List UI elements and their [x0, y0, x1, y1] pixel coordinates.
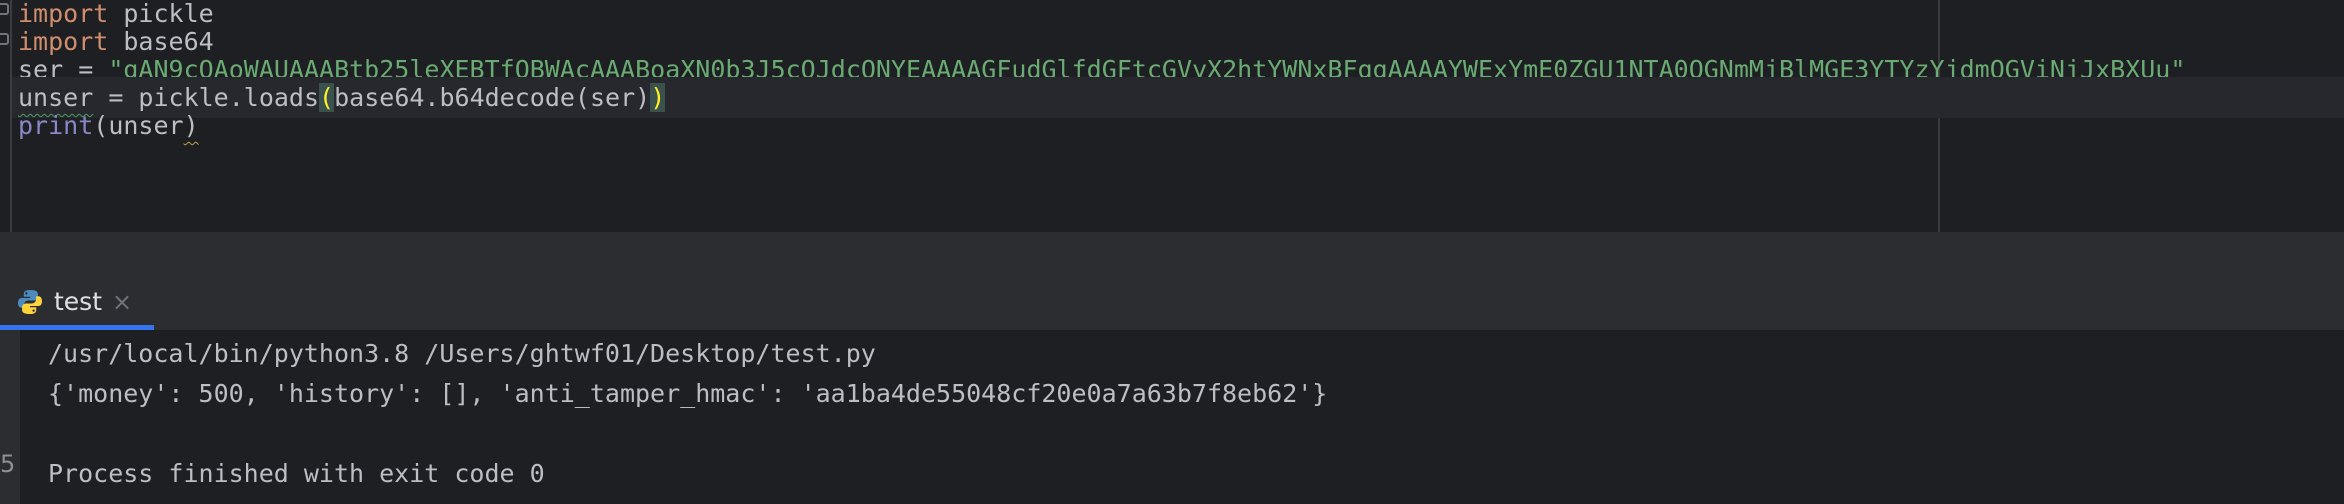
matched-paren: ( [319, 83, 335, 112]
fold-marker-icon[interactable] [0, 3, 9, 15]
run-console[interactable]: 5 /usr/local/bin/python3.8 /Users/ghtwf0… [0, 330, 2344, 504]
console-output-line: Process finished with exit code 0 [48, 459, 545, 488]
console-output-line: /usr/local/bin/python3.8 /Users/ghtwf01/… [48, 339, 876, 368]
builtin-function: print [18, 111, 94, 140]
code-line-4-current[interactable]: unser = pickle.loads(base64.b64decode(se… [12, 77, 2344, 118]
paren: ) [183, 111, 199, 140]
close-icon[interactable]: × [112, 288, 132, 316]
editor-gutter [0, 0, 12, 232]
paren: ( [93, 111, 109, 140]
run-tool-window-tabbar: test × [0, 278, 2344, 331]
console-output-line: {'money': 500, 'history': [], 'anti_tamp… [48, 379, 1328, 408]
matched-paren: ) [650, 83, 666, 112]
run-tab-label: test [54, 287, 103, 316]
gutter-mark: 5 [0, 450, 16, 478]
console-gutter: 5 [0, 330, 20, 504]
code-editor[interactable]: import pickle import base64 ser = "gAN9c… [0, 0, 2344, 232]
function-call: base64.b64decode(ser) [334, 83, 651, 112]
code-line-5[interactable]: print(unser) [18, 105, 199, 146]
panel-separator[interactable] [0, 232, 2344, 278]
python-icon [18, 289, 42, 314]
run-tab-test[interactable]: test × [0, 278, 154, 330]
argument: unser [108, 111, 184, 140]
fold-marker-icon[interactable] [0, 33, 9, 45]
